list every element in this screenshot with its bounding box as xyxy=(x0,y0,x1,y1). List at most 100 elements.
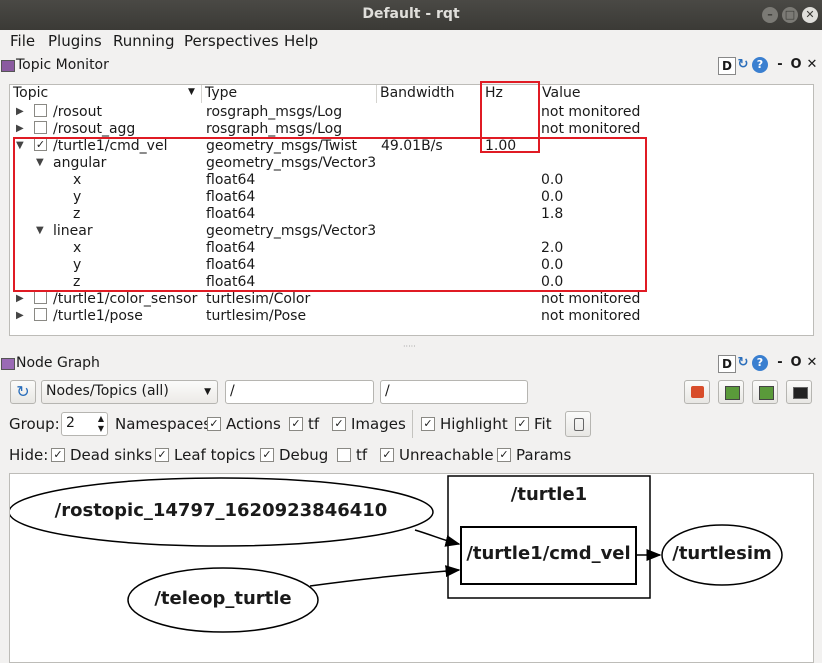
debug-label: Debug xyxy=(279,446,329,464)
dock-minimize-icon[interactable]: - xyxy=(772,57,788,73)
edge-rostopic-cmdvel xyxy=(414,529,461,547)
dock-d-button[interactable]: D xyxy=(718,355,736,373)
debug-checkbox[interactable]: ✓ xyxy=(260,448,274,462)
fit-checkbox[interactable]: ✓ xyxy=(515,417,529,431)
refresh-icon: ↻ xyxy=(16,382,30,401)
monitor-checkbox[interactable] xyxy=(34,104,47,117)
unreachable-label: Unreachable xyxy=(399,446,494,464)
expand-right-icon[interactable]: ▶ xyxy=(16,293,24,304)
menu-help[interactable]: Help xyxy=(284,32,318,50)
dead-sinks-checkbox[interactable]: ✓ xyxy=(51,448,65,462)
turtle1-cluster-label: /turtle1 xyxy=(510,484,588,505)
cmd-vel-topic-label: /turtle1/cmd_vel xyxy=(466,543,631,564)
cell-topic: /turtle1/pose xyxy=(53,308,143,324)
highlight-cmdvel-box xyxy=(13,137,647,292)
refresh-graph-button[interactable]: ↻ xyxy=(10,380,36,404)
dead-sinks-label: Dead sinks xyxy=(70,446,153,464)
table-row[interactable]: ▶ /rosout_agg rosgraph_msgs/Log not monitor… xyxy=(10,121,813,138)
group-label: Group: xyxy=(9,415,60,433)
params-checkbox[interactable]: ✓ xyxy=(497,448,511,462)
menu-running[interactable]: Running xyxy=(113,32,174,50)
table-row[interactable]: ▶ /turtle1/color_sensor turtlesim/Color not… xyxy=(10,291,813,308)
expand-right-icon[interactable]: ▶ xyxy=(16,123,24,134)
maximize-icon[interactable]: □ xyxy=(782,7,798,23)
dock-close-icon[interactable]: ✕ xyxy=(804,57,820,73)
minimize-icon[interactable]: – xyxy=(762,7,778,23)
help-icon[interactable]: ? xyxy=(752,355,768,371)
group-spinbox[interactable]: 2 ▲ ▼ xyxy=(61,412,108,436)
unreachable-checkbox[interactable]: ✓ xyxy=(380,448,394,462)
menu-file[interactable]: File xyxy=(10,32,35,50)
open-file-button[interactable] xyxy=(684,380,710,404)
graph-icon xyxy=(1,358,15,370)
tf-hide-label: tf xyxy=(356,446,368,464)
save-icon xyxy=(759,386,774,400)
window-title: Default - rqt xyxy=(362,6,460,22)
monitor-icon xyxy=(1,60,15,72)
node-filter-input[interactable]: / xyxy=(225,380,374,404)
monitor-checkbox[interactable] xyxy=(34,291,47,304)
col-header-topic[interactable]: Topic ▼ xyxy=(10,85,202,103)
help-icon[interactable]: ? xyxy=(752,57,768,73)
dock-minimize-icon[interactable]: - xyxy=(772,355,788,371)
save-image-button[interactable] xyxy=(786,380,812,404)
expand-right-icon[interactable]: ▶ xyxy=(16,106,24,117)
topic-monitor-title: Topic Monitor xyxy=(16,57,109,73)
cell-value: not monitored xyxy=(541,121,641,137)
save-icon xyxy=(725,386,740,400)
cell-type: turtlesim/Pose xyxy=(206,308,307,324)
monitor-checkbox[interactable] xyxy=(34,121,47,134)
dock-d-button[interactable]: D xyxy=(718,57,736,75)
menu-plugins[interactable]: Plugins xyxy=(48,32,102,50)
topic-monitor-header: Topic Monitor D ↻ ? - O ✕ xyxy=(0,55,822,77)
monitor-checkbox[interactable] xyxy=(34,308,47,321)
expand-right-icon[interactable]: ▶ xyxy=(16,310,24,321)
col-header-type[interactable]: Type xyxy=(202,85,377,103)
actions-checkbox[interactable]: ✓ xyxy=(207,417,221,431)
dock-o-button[interactable]: O xyxy=(788,355,804,371)
images-checkbox[interactable]: ✓ xyxy=(332,417,346,431)
graph-canvas[interactable]: /rostopic_14797_1620923846410 /teleop_tu… xyxy=(9,473,814,663)
topic-tree[interactable]: Topic ▼ Type Bandwidth Hz Value ▶/rosout… xyxy=(9,81,814,336)
cell-value: not monitored xyxy=(541,104,641,120)
images-label: Images xyxy=(351,415,406,433)
leaf-topics-label: Leaf topics xyxy=(174,446,256,464)
highlight-checkbox[interactable]: ✓ xyxy=(421,417,435,431)
dock-o-button[interactable]: O xyxy=(788,57,804,73)
fit-view-button[interactable] xyxy=(565,411,591,437)
graph-mode-select[interactable]: Nodes/Topics (all) ▼ xyxy=(41,380,218,404)
fit-label: Fit xyxy=(534,415,552,433)
reload-icon[interactable]: ↻ xyxy=(735,57,751,73)
window-titlebar[interactable]: Default - rqt – □ ✕ xyxy=(0,0,822,30)
splitter-handle[interactable]: ····· xyxy=(403,342,419,351)
dock-close-icon[interactable]: ✕ xyxy=(804,355,820,371)
node-graph-header: Node Graph D ↻ ? - O ✕ xyxy=(0,353,822,375)
save-dot-button[interactable] xyxy=(718,380,744,404)
table-row[interactable]: ▶ /turtle1/pose turtlesim/Pose not monitore… xyxy=(10,308,813,325)
save-svg-button[interactable] xyxy=(752,380,778,404)
col-header-value[interactable]: Value xyxy=(539,85,813,103)
cell-value: not monitored xyxy=(541,291,641,307)
cell-type: turtlesim/Color xyxy=(206,291,311,307)
tf-group-checkbox[interactable]: ✓ xyxy=(289,417,303,431)
cell-topic: /turtle1/color_sensor xyxy=(53,291,198,307)
table-row[interactable]: ▶ /rosout rosgraph_msgs/Log not monitored xyxy=(10,104,813,121)
leaf-topics-checkbox[interactable]: ✓ xyxy=(155,448,169,462)
highlight-label: Highlight xyxy=(440,415,508,433)
params-label: Params xyxy=(516,446,572,464)
sort-down-icon: ▼ xyxy=(188,87,195,97)
reload-icon[interactable]: ↻ xyxy=(735,355,751,371)
cell-topic: /rosout_agg xyxy=(53,121,136,137)
image-icon xyxy=(793,387,808,399)
actions-label: Actions xyxy=(226,415,281,433)
cell-type: rosgraph_msgs/Log xyxy=(206,104,343,120)
topic-filter-input[interactable]: / xyxy=(380,380,528,404)
close-icon[interactable]: ✕ xyxy=(802,7,818,23)
teleop-node-label: /teleop_turtle xyxy=(154,588,292,609)
menu-perspectives[interactable]: Perspectives xyxy=(184,32,279,50)
col-header-bandwidth[interactable]: Bandwidth xyxy=(377,85,482,103)
tf-hide-checkbox[interactable] xyxy=(337,448,351,462)
folder-icon xyxy=(691,386,704,398)
menu-bar: File Plugins Running Perspectives Help xyxy=(0,30,822,52)
spin-arrows-icon[interactable]: ▲ ▼ xyxy=(98,414,104,434)
